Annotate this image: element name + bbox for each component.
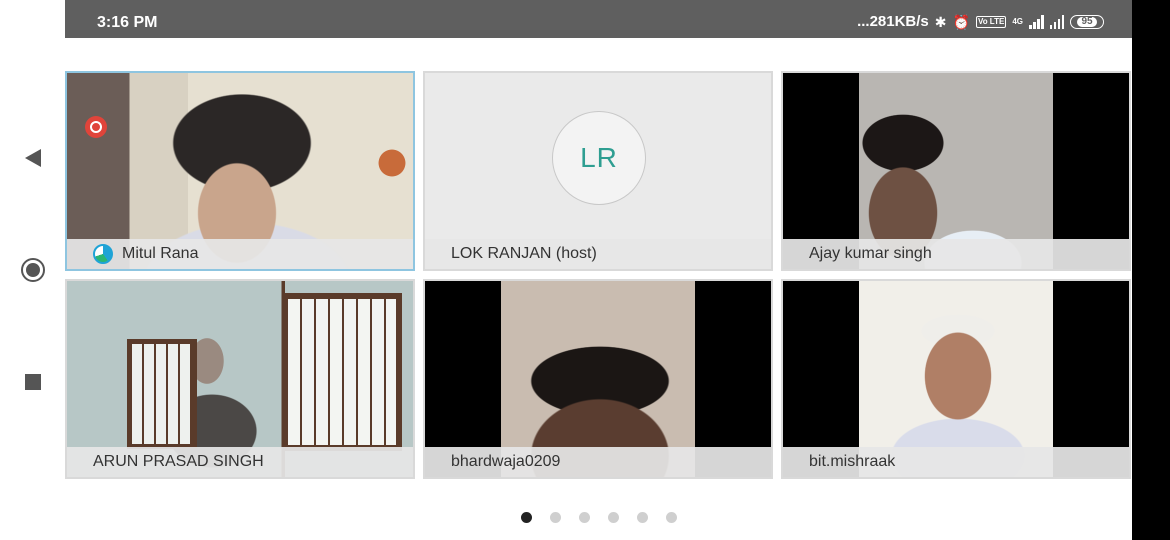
participant-name: bit.mishraak bbox=[809, 453, 896, 470]
alarm-icon: ⏰ bbox=[952, 13, 970, 30]
signal-icon bbox=[1029, 14, 1044, 29]
back-icon bbox=[24, 149, 41, 167]
participant-tile-bit-mishraak[interactable]: bit.mishraak bbox=[781, 279, 1131, 479]
participant-name-bar: LOK RANJAN (host) bbox=[425, 239, 771, 269]
volte-icon: Vo LTE bbox=[975, 15, 1007, 28]
network-speed: ...281KB/s bbox=[857, 13, 929, 30]
participant-tile-ajay-kumar-singh[interactable]: Ajay kumar singh bbox=[781, 71, 1131, 271]
home-button[interactable] bbox=[0, 254, 65, 286]
network-type-label: 4G bbox=[1012, 16, 1023, 26]
recording-indicator bbox=[85, 116, 107, 138]
page-dot-2[interactable] bbox=[550, 512, 561, 523]
window-left bbox=[127, 339, 197, 449]
participant-name-bar: bhardwaja0209 bbox=[425, 447, 771, 477]
screen-edge bbox=[1132, 0, 1170, 540]
participant-tile-lok-ranjan[interactable]: LR LOK RANJAN (host) bbox=[423, 71, 773, 271]
participant-name-bar: ARUN PRASAD SINGH bbox=[67, 447, 413, 477]
status-bar: 3:16 PM ...281KB/s ✱ ⏰ Vo LTE 4G 95 bbox=[65, 0, 1132, 38]
avatar: LR bbox=[552, 111, 646, 205]
participant-name-bar: bit.mishraak bbox=[783, 447, 1129, 477]
app-logo-icon bbox=[93, 244, 113, 264]
participant-name: Mitul Rana bbox=[122, 245, 199, 262]
participant-name-bar: Ajay kumar singh bbox=[783, 239, 1129, 269]
participant-tile-bhardwaja0209[interactable]: bhardwaja0209 bbox=[423, 279, 773, 479]
home-icon bbox=[20, 258, 45, 282]
bluetooth-icon: ✱ bbox=[934, 13, 947, 30]
back-button[interactable] bbox=[0, 142, 65, 174]
page-indicator bbox=[0, 512, 1170, 524]
battery-level: 95 bbox=[1077, 16, 1097, 27]
page-dot-6[interactable] bbox=[666, 512, 677, 523]
window-right bbox=[282, 293, 402, 451]
battery-icon: 95 bbox=[1070, 14, 1104, 29]
signal-icon bbox=[1049, 14, 1064, 29]
participant-name: Ajay kumar singh bbox=[809, 245, 932, 262]
participant-name-bar: Mitul Rana bbox=[67, 239, 413, 269]
recents-icon bbox=[24, 374, 41, 390]
page-dot-3[interactable] bbox=[579, 512, 590, 523]
participant-tile-mitul-rana[interactable]: Mitul Rana bbox=[65, 71, 415, 271]
page-dot-4[interactable] bbox=[608, 512, 619, 523]
participant-name: LOK RANJAN (host) bbox=[451, 245, 597, 262]
participant-name: ARUN PRASAD SINGH bbox=[93, 453, 264, 470]
navigation-bar bbox=[0, 0, 65, 540]
participant-tile-arun-prasad-singh[interactable]: ARUN PRASAD SINGH bbox=[65, 279, 415, 479]
participant-name: bhardwaja0209 bbox=[451, 453, 561, 470]
page-dot-1[interactable] bbox=[521, 512, 532, 523]
status-time: 3:16 PM bbox=[97, 14, 158, 31]
page-dot-5[interactable] bbox=[637, 512, 648, 523]
recents-button[interactable] bbox=[0, 366, 65, 398]
